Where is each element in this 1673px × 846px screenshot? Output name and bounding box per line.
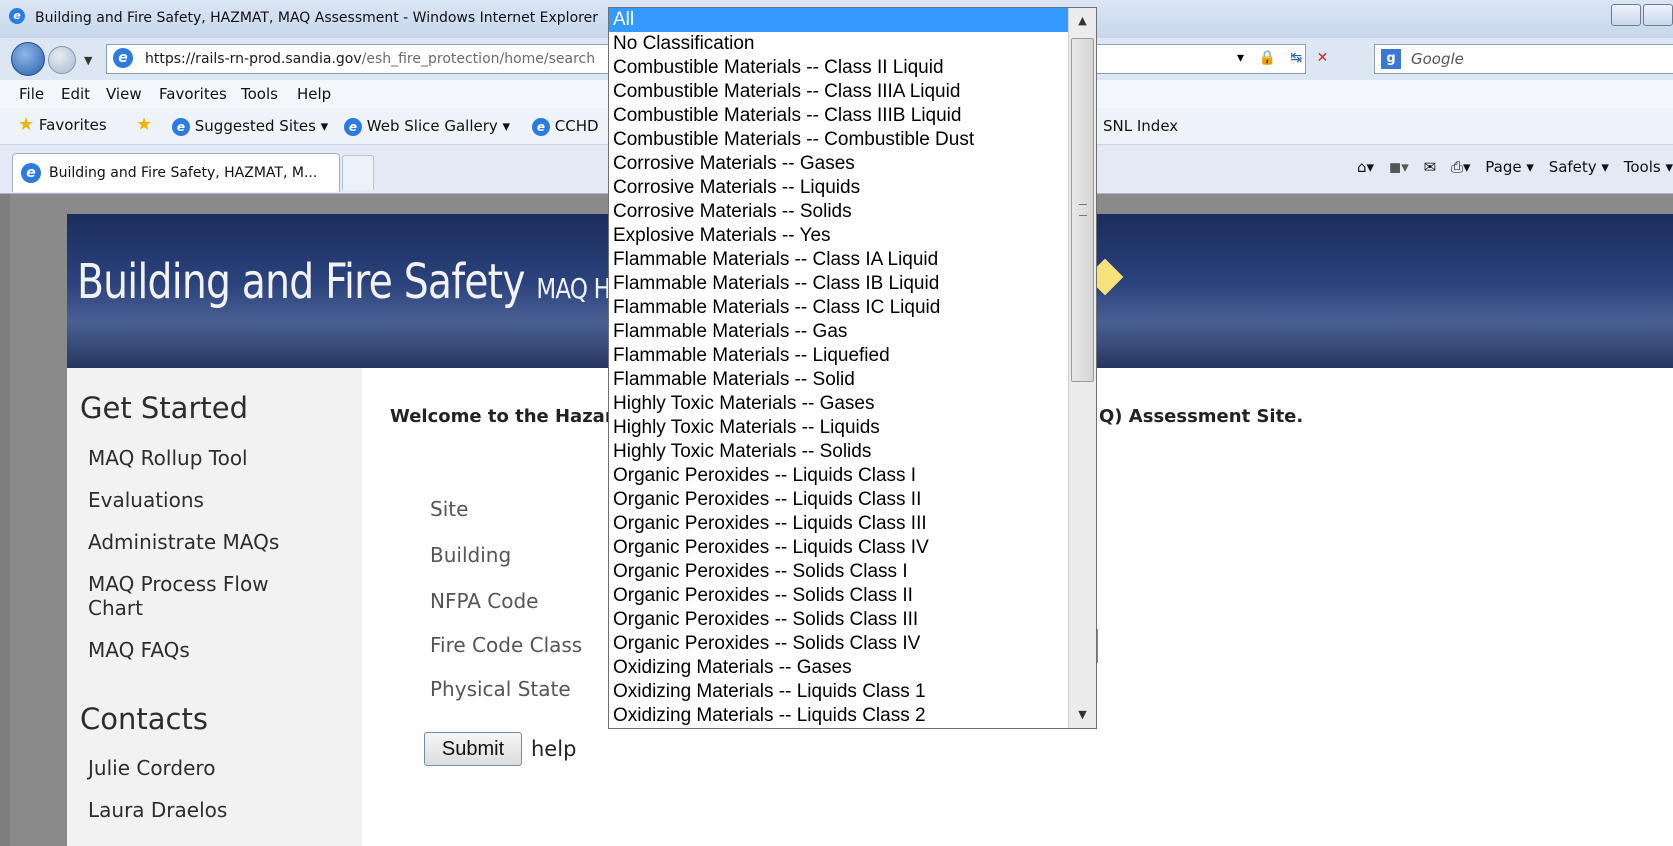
address-url: https://rails-rn-prod.sandia.gov/esh_fir… (145, 51, 596, 67)
dropdown-option[interactable]: Flammable Materials -- Class IC Liquid (609, 296, 1068, 320)
dropdown-option[interactable]: Flammable Materials -- Solid (609, 368, 1068, 392)
dropdown-option[interactable]: Oxidizing Materials -- Liquids Class 1 (609, 680, 1068, 704)
forward-button[interactable] (48, 46, 76, 74)
home-icon[interactable]: ⌂▾ (1357, 158, 1374, 176)
site-label: Site (430, 497, 469, 521)
dropdown-option[interactable]: Organic Peroxides -- Liquids Class I (609, 464, 1068, 488)
dropdown-option[interactable]: Highly Toxic Materials -- Gases (609, 392, 1068, 416)
page-icon: e (113, 48, 133, 68)
contact-laura-draelos[interactable]: Laura Draelos (88, 798, 227, 822)
submit-button[interactable]: Submit (424, 732, 522, 766)
dropdown-option[interactable]: Flammable Materials -- Gas (609, 320, 1068, 344)
tab-label: Building and Fire Safety, HAZMAT, M... (49, 165, 318, 181)
scroll-up-icon[interactable]: ▲ (1069, 10, 1096, 32)
dropdown-option[interactable]: Corrosive Materials -- Solids (609, 200, 1068, 224)
suggested-sites-link[interactable]: e Suggested Sites ▾ (172, 117, 328, 136)
dropdown-option[interactable]: Flammable Materials -- Class IA Liquid (609, 248, 1068, 272)
back-button[interactable] (11, 42, 45, 76)
menu-favorites[interactable]: Favorites (159, 85, 227, 103)
dropdown-option[interactable]: Organic Peroxides -- Liquids Class II (609, 488, 1068, 512)
welcome-text: Welcome to the Hazar Q) Assessment Site. (390, 406, 1304, 427)
cchd-link[interactable]: e CCHD (532, 117, 599, 136)
dropdown-option[interactable]: Flammable Materials -- Liquefied (609, 344, 1068, 368)
lock-icon[interactable]: 🔒 (1258, 50, 1275, 66)
dropdown-option[interactable]: No Classification (609, 32, 1068, 56)
dropdown-option[interactable]: Oxidizing Materials -- Liquids Class 2 (609, 704, 1068, 728)
menu-edit[interactable]: Edit (61, 85, 90, 103)
dropdown-option[interactable]: Explosive Materials -- Yes (609, 224, 1068, 248)
sidebar-link-maq-rollup-tool[interactable]: MAQ Rollup Tool (88, 446, 248, 470)
dropdown-option[interactable]: Combustible Materials -- Class II Liquid (609, 56, 1068, 80)
tab-building-fire-safety[interactable]: e Building and Fire Safety, HAZMAT, M... (12, 153, 340, 192)
dropdown-option[interactable]: All (609, 8, 1068, 32)
tools-menu[interactable]: Tools ▾ (1624, 158, 1673, 176)
dropdown-option[interactable]: Highly Toxic Materials -- Liquids (609, 416, 1068, 440)
web-slice-gallery-link[interactable]: e Web Slice Gallery ▾ (344, 117, 510, 136)
dropdown-option[interactable]: Highly Toxic Materials -- Solids (609, 440, 1068, 464)
refresh-icon[interactable]: ↹ (1290, 50, 1302, 66)
stop-icon[interactable]: ✕ (1317, 50, 1329, 66)
mail-icon[interactable]: ✉ (1424, 158, 1437, 176)
sidebar-link-evaluations[interactable]: Evaluations (88, 488, 204, 512)
new-tab-button[interactable] (342, 155, 374, 190)
dropdown-option[interactable]: Organic Peroxides -- Solids Class IV (609, 632, 1068, 656)
sidebar-link-maq-process-flow-chart[interactable]: MAQ Process Flow Chart (88, 572, 318, 620)
safety-menu[interactable]: Safety ▾ (1549, 158, 1609, 176)
menu-view[interactable]: View (106, 85, 142, 103)
recent-pages-icon[interactable]: ▼ (84, 54, 92, 67)
print-icon[interactable]: ⎙▾ (1451, 158, 1471, 176)
building-label: Building (430, 543, 512, 567)
dropdown-option[interactable]: Flammable Materials -- Class IB Liquid (609, 272, 1068, 296)
dropdown-option[interactable]: Corrosive Materials -- Liquids (609, 176, 1068, 200)
scroll-down-icon[interactable]: ▼ (1069, 704, 1096, 726)
add-favorite-icon[interactable]: ★ (136, 114, 152, 135)
favorites-button[interactable]: ★ Favorites (18, 114, 107, 135)
dropdown-option[interactable]: Organic Peroxides -- Liquids Class IV (609, 536, 1068, 560)
ie-icon: e (9, 8, 25, 24)
dropdown-option[interactable]: Combustible Materials -- Combustible Dus… (609, 128, 1068, 152)
snl-index-link[interactable]: SNL Index (1103, 117, 1178, 135)
window-title: Building and Fire Safety, HAZMAT, MAQ As… (35, 10, 598, 26)
window-controls (1609, 4, 1673, 30)
dropdown-option[interactable]: Organic Peroxides -- Solids Class II (609, 584, 1068, 608)
physical-state-label: Physical State (430, 677, 571, 701)
dropdown-option[interactable]: Combustible Materials -- Class IIIB Liqu… (609, 104, 1068, 128)
dropdown-arrow-icon[interactable]: ▾ (1237, 50, 1244, 66)
dropdown-option[interactable]: Organic Peroxides -- Solids Class I (609, 560, 1068, 584)
maximize-button[interactable] (1643, 4, 1673, 26)
search-placeholder: Google (1411, 50, 1464, 68)
feeds-icon[interactable]: ◼▾ (1389, 158, 1409, 176)
dropdown-option[interactable]: Organic Peroxides -- Solids Class III (609, 608, 1068, 632)
fire-code-class-dropdown[interactable]: All No Classification Combustible Materi… (608, 7, 1097, 729)
dropdown-option[interactable]: Corrosive Materials -- Gases (609, 152, 1068, 176)
google-icon: g (1381, 49, 1401, 69)
page-menu[interactable]: Page ▾ (1485, 158, 1534, 176)
search-input[interactable]: g Google (1374, 44, 1673, 74)
scroll-thumb[interactable] (1071, 38, 1094, 382)
address-tools: ▾ 🔒 ↹ ✕ (1237, 50, 1328, 66)
dropdown-option[interactable]: Oxidizing Materials -- Gases (609, 656, 1068, 680)
get-started-title: Get Started (80, 391, 248, 425)
scroll-grip-icon (1079, 204, 1087, 216)
contact-julie-cordero[interactable]: Julie Cordero (88, 756, 215, 780)
dropdown-scrollbar[interactable]: ▲ ▼ (1068, 8, 1096, 728)
sidebar-link-administrate-maqs[interactable]: Administrate MAQs (88, 530, 279, 554)
menu-help[interactable]: Help (297, 85, 331, 103)
command-bar: ⌂▾ ◼▾ ✉ ⎙▾ Page ▾ Safety ▾ Tools ▾ (1347, 158, 1673, 176)
menu-tools[interactable]: Tools (241, 85, 278, 103)
nfpa-code-label: NFPA Code (430, 589, 539, 613)
sidebar-link-maq-faqs[interactable]: MAQ FAQs (88, 638, 190, 662)
star-icon: ★ (18, 114, 35, 135)
menu-file[interactable]: File (19, 85, 44, 103)
tab-page-icon: e (21, 163, 41, 183)
minimize-button[interactable] (1611, 4, 1641, 26)
banner-title: Building and Fire Safety MAQ H (77, 254, 611, 310)
help-link[interactable]: help (531, 737, 576, 761)
banner-subtitle: MAQ H (536, 272, 611, 305)
contacts-title: Contacts (80, 702, 208, 736)
fire-code-class-label: Fire Code Class (430, 633, 583, 657)
dropdown-option[interactable]: Organic Peroxides -- Liquids Class III (609, 512, 1068, 536)
sidebar: Get Started MAQ Rollup Tool Evaluations … (67, 368, 362, 846)
dropdown-option[interactable]: Combustible Materials -- Class IIIA Liqu… (609, 80, 1068, 104)
